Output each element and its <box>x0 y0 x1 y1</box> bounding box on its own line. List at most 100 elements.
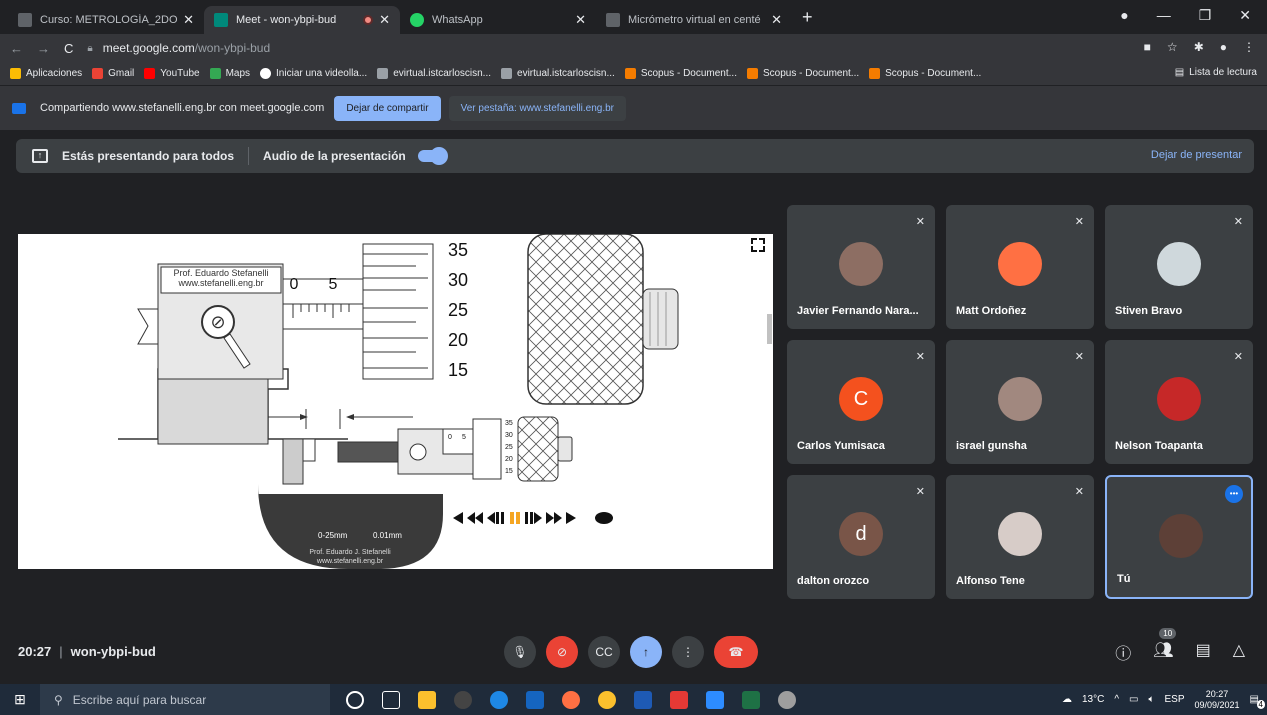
bookmark-scopus-1[interactable]: Scopus - Document... <box>624 68 737 79</box>
participant-tile[interactable]: ✕ Matt Ordoñez <box>946 205 1094 329</box>
back-icon[interactable]: ← <box>10 41 23 56</box>
edge-icon[interactable] <box>490 690 508 709</box>
reload-icon[interactable]: C <box>64 41 73 56</box>
file-explorer-icon[interactable] <box>418 690 436 709</box>
url-field[interactable]: meet.google.com/won-ybpi-bud <box>103 41 270 55</box>
star-icon[interactable]: ☆ <box>1167 40 1178 54</box>
menu-icon[interactable]: ⋮ <box>1243 40 1255 54</box>
small-thimble-30: 30 <box>505 432 513 439</box>
activities-icon[interactable]: △ <box>1233 640 1245 664</box>
people-button[interactable]: 👥︎ 10 <box>1153 628 1177 664</box>
more-options-button[interactable]: ⋮ <box>672 636 704 668</box>
bookmark-youtube[interactable]: YouTube <box>144 68 200 79</box>
presenting-text: Estás presentando para todos <box>62 149 235 163</box>
dell-icon[interactable] <box>454 690 472 709</box>
self-tile[interactable]: ••• Tú <box>1105 475 1253 599</box>
participant-tile[interactable]: ✕ Javier Fernando Nara... <box>787 205 935 329</box>
zoom-icon[interactable] <box>706 690 724 709</box>
camera-off-button[interactable]: ⊘ <box>546 636 578 668</box>
bookmark-gmail[interactable]: Gmail <box>92 68 134 79</box>
cortana-icon[interactable] <box>346 690 364 709</box>
info-icon[interactable]: ⓘ <box>1115 640 1131 664</box>
forward-icon[interactable]: → <box>37 41 50 56</box>
view-tab-button[interactable]: Ver pestaña: www.stefanelli.eng.br <box>448 95 627 121</box>
hang-up-button[interactable]: ☎︎ <box>714 636 758 668</box>
small-thimble-15: 15 <box>505 468 513 475</box>
word-icon[interactable] <box>634 690 652 709</box>
task-view-icon[interactable] <box>382 690 400 709</box>
camera-icon[interactable]: ■ <box>1144 40 1151 54</box>
search-icon: ⚲ <box>54 692 63 707</box>
minimize-button[interactable]: — <box>1157 7 1171 23</box>
language[interactable]: ESP <box>1164 694 1184 705</box>
bookmark-apps[interactable]: Aplicaciones <box>10 68 82 79</box>
audio-toggle[interactable] <box>417 147 448 165</box>
reading-list[interactable]: ▤ Lista de lectura <box>1175 67 1257 78</box>
bookmark-label: Gmail <box>108 68 135 79</box>
volume-icon[interactable]: 🔈︎ <box>1148 694 1154 705</box>
bookmark-scopus-3[interactable]: Scopus - Document... <box>869 68 981 79</box>
bookmark-evirtual-1[interactable]: evirtual.istcarloscisn... <box>377 68 491 79</box>
account-icon[interactable]: ● <box>1220 40 1227 54</box>
participant-tile[interactable]: ✕ d dalton orozco <box>787 475 935 599</box>
scale-mark-5: 5 <box>329 276 338 293</box>
maximize-button[interactable]: ❐ <box>1199 7 1212 24</box>
stop-sharing-button[interactable]: Dejar de compartir <box>334 95 441 121</box>
windows-start-icon[interactable]: ⊞ <box>0 691 40 708</box>
chat-icon[interactable]: ▤ <box>1196 640 1211 664</box>
participant-tile[interactable]: ✕ Stiven Bravo <box>1105 205 1253 329</box>
bookmark-evirtual-2[interactable]: evirtual.istcarloscisn... <box>501 68 615 79</box>
excel-icon[interactable] <box>742 690 760 709</box>
shared-screen: Prof. Eduardo Stefanelli www.stefanelli.… <box>18 234 773 569</box>
mic-button[interactable]: 🎙︎ <box>504 636 536 668</box>
tray-chevron-icon[interactable]: ^ <box>1114 694 1119 705</box>
store-icon[interactable] <box>526 690 544 709</box>
bookmark-scopus-2[interactable]: Scopus - Document... <box>746 68 859 79</box>
thimble[interactable] <box>362 243 434 380</box>
bookmark-maps[interactable]: Maps <box>209 68 250 79</box>
fullscreen-icon[interactable] <box>751 238 765 252</box>
bookmark-videollamada[interactable]: Iniciar una videolla... <box>260 68 367 79</box>
firefox-icon[interactable] <box>562 690 580 709</box>
network-icon[interactable]: ▭ <box>1129 694 1138 705</box>
scrollbar-thumb[interactable] <box>767 314 772 344</box>
scopus-icon <box>624 68 636 79</box>
close-tab-icon[interactable]: ✕ <box>771 12 782 28</box>
present-button[interactable]: ↑ <box>630 636 662 668</box>
window-controls: ● — ❐ ✕ <box>1120 0 1267 30</box>
stop-presenting-button[interactable]: Dejar de presentar <box>1151 149 1242 161</box>
moodle-icon <box>18 13 32 27</box>
thimble-25: 25 <box>448 300 468 320</box>
clock[interactable]: 20:27 09/09/2021 <box>1195 689 1240 711</box>
participant-tile[interactable]: ✕ Nelson Toapanta <box>1105 340 1253 464</box>
weather-icon[interactable]: ☁︎ <box>1062 694 1072 705</box>
notifications-icon[interactable]: ▤ 4 <box>1250 694 1265 709</box>
participant-tile[interactable]: ✕ C Carlos Yumisaca <box>787 340 935 464</box>
small-site-label: www.stefanelli.eng.br <box>316 558 384 565</box>
captions-button[interactable]: CC <box>588 636 620 668</box>
close-tab-icon[interactable]: ✕ <box>379 12 390 28</box>
apps-grid-icon <box>10 68 21 79</box>
participant-tile[interactable]: ✕ israel gunsha <box>946 340 1094 464</box>
ratchet[interactable] <box>642 288 679 350</box>
speaking-indicator-icon: ••• <box>1225 485 1243 503</box>
tab-whatsapp[interactable]: WhatsApp ✕ <box>400 6 596 34</box>
meeting-time: 20:27 <box>18 644 52 659</box>
close-tab-icon[interactable]: ✕ <box>575 12 586 28</box>
tab-meet[interactable]: Meet - won-ybpi-bud ✕ <box>204 6 400 34</box>
chrome-icon[interactable] <box>598 690 616 709</box>
participant-tile[interactable]: ✕ Alfonso Tene <box>946 475 1094 599</box>
taskbar-search[interactable]: ⚲ Escribe aquí para buscar <box>40 684 330 715</box>
paint-icon[interactable] <box>778 690 796 709</box>
tab-curso[interactable]: Curso: METROLOGÍA_2DO "E" ✕ <box>8 6 204 34</box>
extensions-icon[interactable]: ✱ <box>1194 40 1204 54</box>
knurled-grip[interactable] <box>527 234 644 405</box>
playback-controls[interactable] <box>453 512 613 524</box>
tab-micrometro[interactable]: Micrómetro virtual en centé ✕ <box>596 6 792 34</box>
participant-grid: ✕ Javier Fernando Nara... ✕ Matt Ordoñez… <box>787 205 1255 601</box>
profile-icon[interactable]: ● <box>1120 7 1128 23</box>
close-tab-icon[interactable]: ✕ <box>183 12 194 28</box>
app-grid-icon[interactable] <box>670 690 688 709</box>
close-window-button[interactable]: ✕ <box>1239 7 1251 24</box>
new-tab-button[interactable]: + <box>802 7 813 28</box>
